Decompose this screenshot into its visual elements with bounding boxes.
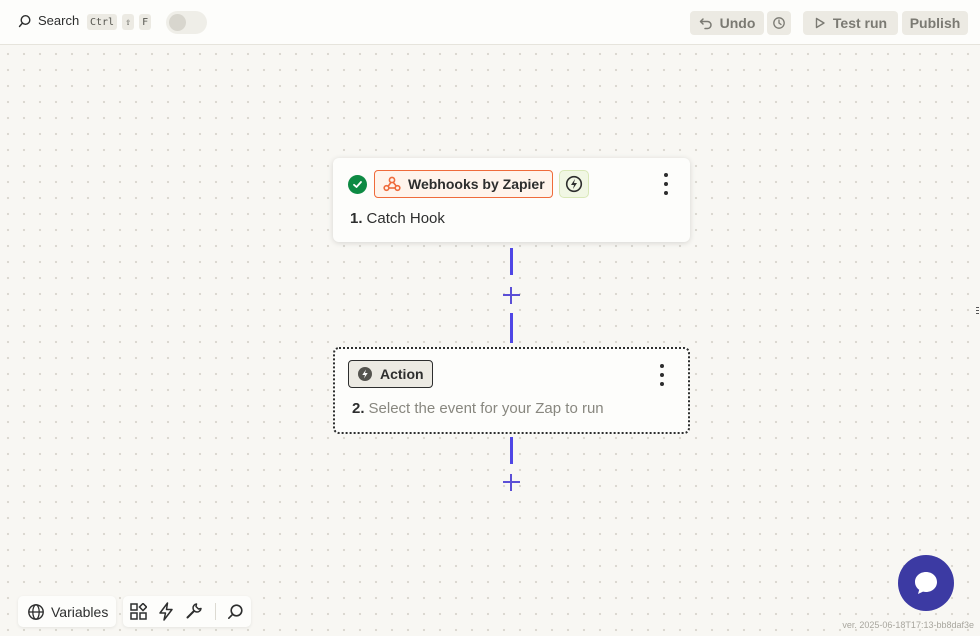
- step-event-placeholder: Select the event for your Zap to run: [368, 400, 604, 417]
- history-icon: [773, 17, 785, 29]
- bolt-icon[interactable]: [158, 602, 174, 621]
- chat-icon: [915, 572, 937, 594]
- variables-label: Variables: [51, 603, 109, 620]
- chat-support-button[interactable]: [898, 555, 954, 611]
- undo-icon: [699, 18, 712, 30]
- wrench-icon[interactable]: [185, 602, 203, 620]
- publish-label: Publish: [909, 15, 961, 31]
- test-run-label: Test run: [832, 15, 888, 31]
- search-icon[interactable]: [227, 603, 244, 620]
- toggle-knob: [169, 14, 186, 31]
- app-badge[interactable]: Webhooks by Zapier: [374, 170, 553, 198]
- connector-line: [510, 437, 513, 464]
- history-button[interactable]: [767, 11, 791, 35]
- action-step-card[interactable]: Action 2. Select the event for your Zap t…: [333, 347, 690, 434]
- check-icon: [348, 175, 367, 194]
- canvas-tools: [123, 596, 251, 627]
- connector-line: [510, 248, 513, 275]
- bolt-icon: [565, 175, 583, 193]
- step-event: Catch Hook: [366, 210, 445, 227]
- undo-label: Undo: [719, 15, 756, 31]
- step-menu-button[interactable]: [658, 364, 666, 386]
- search-shortcut: Ctrl ⇧ F: [87, 14, 152, 30]
- version-label: ver. 2025-06-18T17:13-bb8daf3e: [842, 620, 974, 630]
- step-number: 1.: [350, 210, 363, 227]
- search-label: Search: [38, 13, 80, 28]
- toolbar-divider: [215, 603, 216, 620]
- step-title: 2. Select the event for your Zap to run: [352, 400, 604, 417]
- step-menu-button[interactable]: [662, 173, 670, 195]
- bolt-icon: [358, 367, 372, 381]
- connector-line: [510, 313, 513, 343]
- shortcut-key-ctrl: Ctrl: [87, 14, 118, 30]
- add-step-button[interactable]: [502, 473, 521, 492]
- action-type-label: Action: [380, 366, 424, 382]
- play-icon: [815, 17, 825, 29]
- zap-canvas[interactable]: [0, 46, 980, 636]
- search-icon: [18, 14, 31, 27]
- step-number: 2.: [352, 400, 365, 417]
- instant-trigger-badge: [559, 170, 589, 198]
- shortcut-key-f: F: [139, 14, 152, 30]
- action-type-badge[interactable]: Action: [348, 360, 433, 388]
- app-name: Webhooks by Zapier: [408, 176, 545, 192]
- webhook-icon: [383, 176, 401, 192]
- publish-button[interactable]: Publish: [902, 11, 968, 35]
- undo-button[interactable]: Undo: [690, 11, 764, 35]
- mode-toggle[interactable]: [166, 11, 207, 34]
- shortcut-key-shift: ⇧: [122, 14, 135, 30]
- edge-handle: [976, 305, 980, 335]
- step-title: 1. Catch Hook: [350, 210, 445, 227]
- add-step-button[interactable]: [502, 286, 521, 305]
- editor-toolbar: Search Ctrl ⇧ F Undo Test run Publish: [0, 0, 980, 45]
- test-run-button[interactable]: Test run: [803, 11, 898, 35]
- search-button[interactable]: Search: [18, 13, 79, 28]
- globe-icon: [28, 603, 44, 620]
- trigger-step-card[interactable]: Webhooks by Zapier 1. Catch Hook: [333, 158, 690, 242]
- apps-icon[interactable]: [130, 603, 147, 620]
- variables-button[interactable]: Variables: [18, 596, 116, 627]
